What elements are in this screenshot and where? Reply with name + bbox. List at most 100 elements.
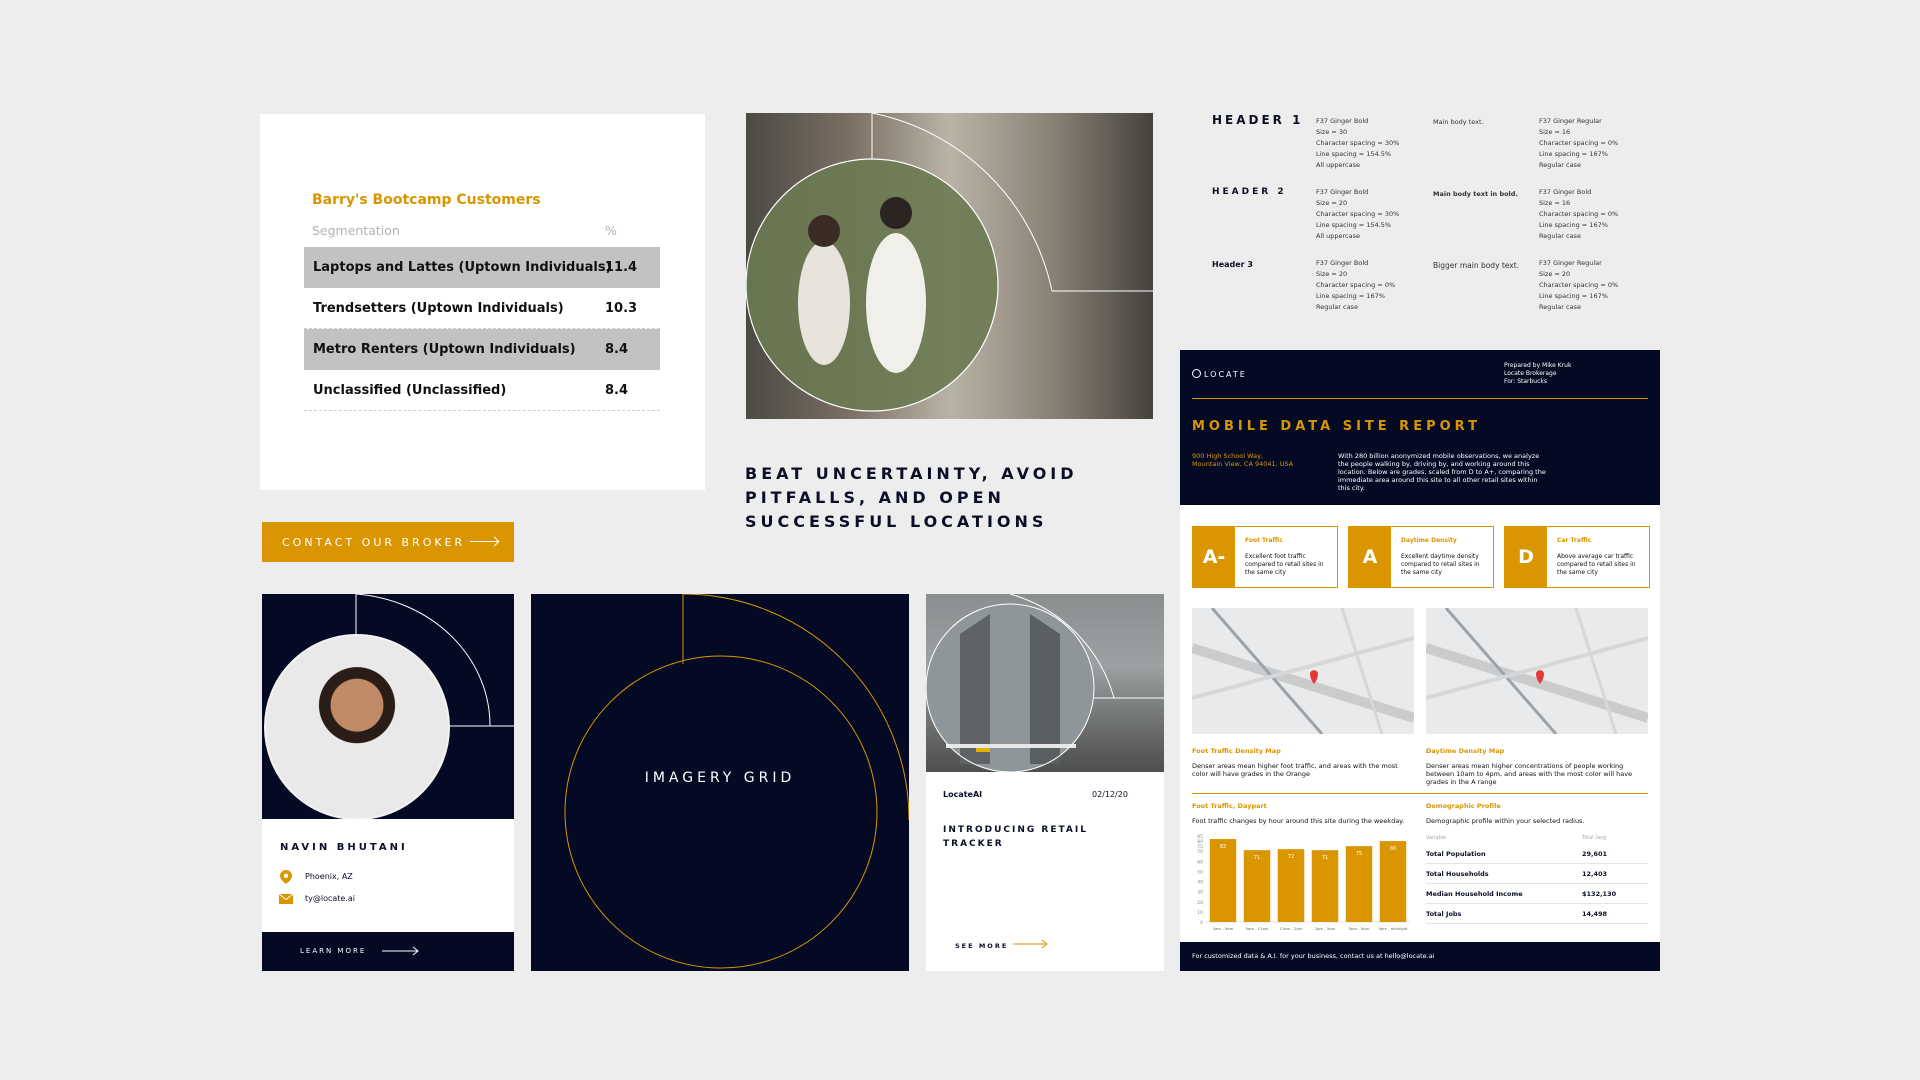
arrow-right-icon: [1013, 939, 1048, 949]
segmentation-header: Segmentation: [312, 223, 400, 238]
daytime-density-map[interactable]: [1426, 608, 1648, 734]
map-title: Daytime Density Map: [1426, 747, 1505, 755]
grade-card-car-traffic: D Car Traffic Above average car traffic …: [1504, 526, 1650, 588]
y-tick-label: 10: [1197, 910, 1203, 916]
table-row: Metro Renters (Uptown Individuals) 8.4: [304, 329, 660, 370]
grade-card-foot-traffic: A- Foot Traffic Excellent foot traffic c…: [1192, 526, 1338, 588]
profile-card: NAVIN BHUTANI Phoenix, AZ ty@locate.ai L…: [262, 594, 514, 971]
x-tick-label: 2pm - 5pm: [1315, 926, 1336, 931]
row-value: 29,601: [1582, 850, 1608, 858]
y-tick-label: 20: [1197, 900, 1203, 906]
grade-card-daytime-density: A Daytime Density Excellent daytime dens…: [1348, 526, 1494, 588]
report-title: MOBILE DATA SITE REPORT: [1192, 419, 1481, 434]
typography-body-name: Main body text.: [1433, 118, 1484, 126]
x-tick-label: 11am - 2pm: [1279, 926, 1302, 931]
blog-card[interactable]: LocateAI 02/12/20 INTRODUCING RETAIL TRA…: [926, 594, 1164, 971]
grade-title: Car Traffic: [1557, 537, 1592, 544]
typography-spec: F37 Ginger Regular Size = 16 Character s…: [1539, 117, 1619, 169]
row-value: 14,498: [1582, 910, 1608, 918]
imagery-grid-card: IMAGERY GRID: [531, 594, 909, 971]
report-address: 900 High School Way, Mountain View, CA 9…: [1192, 452, 1294, 468]
row-label: Trendsetters (Uptown Individuals): [313, 301, 564, 316]
row-value: 11.4: [605, 260, 638, 275]
grade-value: A: [1349, 527, 1391, 587]
report-footer: For customized data & A.I. for your busi…: [1180, 942, 1660, 971]
bar-value-label: 71: [1322, 855, 1328, 861]
profile-location: Phoenix, AZ: [305, 872, 353, 881]
location-pin-icon: [280, 870, 292, 884]
street-photo: [926, 594, 1164, 772]
table-row: Trendsetters (Uptown Individuals) 10.3: [304, 288, 660, 329]
bar: [1345, 846, 1373, 922]
row-value: 8.4: [605, 342, 629, 357]
grade-desc: Excellent foot traffic compared to retai…: [1245, 553, 1324, 576]
grade-desc: Above average car traffic compared to re…: [1557, 553, 1636, 576]
site-report: LOCATE Prepared by Mike Kruk Locate Brok…: [1180, 350, 1660, 971]
blog-brand: LocateAI: [943, 790, 983, 799]
typography-header-2: HEADER 2: [1212, 187, 1287, 197]
imagery-grid-label: IMAGERY GRID: [644, 770, 796, 786]
typography-header-3: Header 3: [1212, 260, 1253, 269]
divider: [1192, 793, 1648, 794]
grade-value: A-: [1193, 527, 1235, 587]
tagline: BEAT UNCERTAINTY, AVOID PITFALLS, AND OP…: [745, 464, 1078, 531]
grade-title: Foot Traffic: [1245, 537, 1283, 544]
hero-photo: [746, 113, 1153, 419]
row-value: 12,403: [1582, 870, 1608, 878]
x-tick-label: 5pm - 9pm: [1349, 926, 1370, 931]
typography-spec: F37 Ginger Bold Size = 20 Character spac…: [1316, 188, 1400, 240]
report-header: LOCATE Prepared by Mike Kruk Locate Brok…: [1180, 350, 1660, 505]
learn-more-label: LEARN MORE: [300, 947, 367, 955]
row-label: Total Population: [1426, 850, 1486, 858]
map-desc: Denser areas mean higher concentrations …: [1426, 762, 1633, 786]
bar-value-label: 80: [1390, 846, 1396, 852]
typography-body-name: Main body text in bold.: [1433, 190, 1518, 198]
see-more-link[interactable]: SEE MORE: [955, 939, 1048, 950]
row-label: Laptops and Lattes (Uptown Individuals): [313, 260, 612, 275]
table-row: Total Households 12,403: [1426, 864, 1648, 884]
grade-desc: Excellent daytime density compared to re…: [1401, 553, 1480, 576]
daypart-title: Foot Traffic, Daypart: [1192, 802, 1267, 810]
table-row: Median Household Income $132,130: [1426, 884, 1648, 904]
typography-spec: F37 Ginger Regular Size = 20 Character s…: [1539, 259, 1619, 311]
profile-email[interactable]: ty@locate.ai: [305, 894, 355, 903]
segmentation-title: Barry's Bootcamp Customers: [312, 192, 541, 208]
logo-mark-icon: [1192, 369, 1201, 378]
learn-more-button[interactable]: LEARN MORE: [262, 932, 514, 971]
contact-button-label: CONTACT OUR BROKER: [282, 536, 466, 549]
table-row: Total Population 29,601: [1426, 844, 1648, 864]
prepared-by: Prepared by Mike Kruk Locate Brokerage F…: [1504, 362, 1572, 385]
row-label: Median Household Income: [1426, 890, 1523, 898]
bar: [1379, 841, 1407, 922]
y-tick-label: 0: [1200, 920, 1203, 926]
y-tick-label: 40: [1197, 880, 1203, 886]
row-label: Metro Renters (Uptown Individuals): [313, 342, 576, 357]
foot-traffic-map[interactable]: [1192, 608, 1414, 734]
x-tick-label: 4am - 9am: [1213, 926, 1234, 931]
row-label: Unclassified (Unclassified): [313, 383, 507, 398]
typography-header-1: HEADER 1: [1212, 113, 1304, 127]
see-more-label: SEE MORE: [955, 942, 1009, 950]
row-label: Total Households: [1426, 870, 1489, 878]
logo-text: LOCATE: [1204, 370, 1247, 379]
y-tick-label: 50: [1197, 869, 1203, 875]
grade-value: D: [1505, 527, 1547, 587]
y-tick-label: 60: [1197, 859, 1203, 865]
profile-header: [262, 594, 514, 819]
x-tick-label: 9am - 11am: [1245, 926, 1268, 931]
map-title: Foot Traffic Density Map: [1192, 747, 1281, 755]
blog-title: INTRODUCING RETAIL TRACKER: [943, 825, 1088, 849]
contact-broker-button[interactable]: CONTACT OUR BROKER: [262, 522, 514, 562]
percent-header: %: [605, 223, 617, 238]
demographic-col1: Variable: [1426, 835, 1447, 841]
locate-logo: LOCATE: [1192, 369, 1247, 379]
typography-spec: F37 Ginger Bold Size = 20 Character spac…: [1316, 259, 1396, 311]
avatar: [264, 634, 450, 819]
arrow-right-icon: [470, 541, 498, 542]
demographic-desc: Demographic profile within your selected…: [1426, 817, 1585, 825]
arrow-right-icon: [382, 946, 419, 956]
table-row: Unclassified (Unclassified) 8.4: [304, 370, 660, 411]
row-label: Total Jobs: [1426, 910, 1462, 918]
x-tick-label: 9pm - midnight: [1378, 926, 1408, 931]
table-row: Total Jobs 14,498: [1426, 904, 1648, 924]
